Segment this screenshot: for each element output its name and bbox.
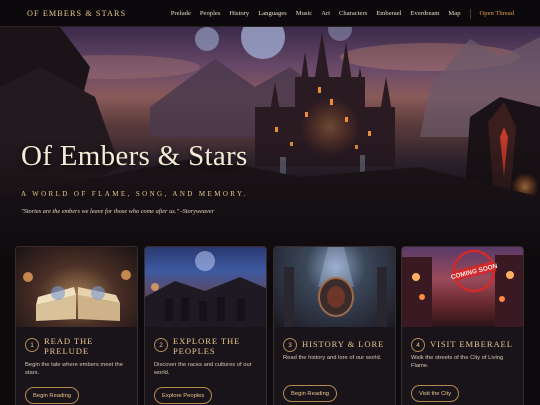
nav-item-history[interactable]: History	[229, 10, 249, 17]
card-title: HISTORY & LORE	[302, 339, 385, 349]
begin-reading-button[interactable]: Begin Reading	[25, 387, 80, 404]
nav-item-prelude[interactable]: Prelude	[171, 10, 191, 17]
hero-title: Of Embers & Stars	[21, 140, 248, 172]
nav-item-languages[interactable]: Languages	[258, 10, 287, 17]
hero-subtitle: A WORLD OF FLAME, SONG, AND MEMORY.	[21, 190, 248, 198]
nav-item-characters[interactable]: Characters	[339, 10, 367, 17]
site-brand[interactable]: OF EMBERS & STARS	[27, 9, 126, 18]
hero-quote: "Stories are the embers we leave for tho…	[21, 208, 215, 215]
nav-item-everdream[interactable]: Everdream	[411, 10, 440, 17]
city-street-image: COMING SOON	[402, 247, 523, 327]
nav-divider	[469, 8, 471, 19]
card-number: 1	[25, 338, 39, 352]
card-number: 3	[283, 338, 297, 352]
card-visit-emberael[interactable]: COMING SOON 4 VISIT EMBERAEL Walk the st…	[401, 246, 524, 405]
begin-reading-button[interactable]: Begin Reading	[283, 385, 338, 402]
card-number: 4	[411, 338, 425, 352]
nav-item-peoples[interactable]: Peoples	[200, 10, 221, 17]
open-book-image	[16, 247, 137, 327]
moon-small	[195, 27, 219, 51]
nav-item-art[interactable]: Art	[321, 10, 330, 17]
card-description: Discover the races and cultures of our w…	[154, 362, 252, 376]
card-description: Walk the streets of the City of Living F…	[411, 355, 504, 369]
nav-item-map[interactable]: Map	[448, 10, 460, 17]
feature-cards: 1 READ THE PRELUDE Begin the tale where …	[15, 246, 525, 405]
card-explore-peoples[interactable]: 2 EXPLORE THE PEOPLES Discover the races…	[144, 246, 267, 405]
nav-item-emberael[interactable]: Emberael	[376, 10, 401, 17]
peoples-gathering-image	[145, 247, 266, 327]
ancient-portal-image	[274, 247, 395, 327]
open-thread-link[interactable]: Open Thread	[480, 10, 514, 17]
card-description: Begin the tale where embers meet the sta…	[25, 362, 123, 376]
nav-item-music[interactable]: Music	[296, 10, 312, 17]
card-number: 2	[154, 338, 168, 352]
moon-large	[241, 27, 285, 59]
coming-soon-stamp: COMING SOON	[450, 249, 499, 293]
top-navigation: OF EMBERS & STARS Prelude Peoples Histor…	[0, 0, 540, 27]
explore-peoples-button[interactable]: Explore Peoples	[154, 387, 213, 404]
hero-banner: Of Embers & Stars A WORLD OF FLAME, SONG…	[0, 27, 540, 260]
nav-menu: Prelude Peoples History Languages Music …	[162, 0, 514, 27]
card-title: VISIT EMBERAEL	[430, 339, 513, 349]
visit-city-button[interactable]: Visit the City	[411, 385, 460, 402]
card-read-prelude[interactable]: 1 READ THE PRELUDE Begin the tale where …	[15, 246, 138, 405]
card-title: EXPLORE THE PEOPLES	[173, 336, 241, 356]
card-history-lore[interactable]: 3 HISTORY & LORE Read the history and lo…	[273, 246, 396, 405]
card-description: Read the history and lore of our world.	[283, 355, 382, 361]
card-title: READ THE PRELUDE	[44, 336, 94, 356]
